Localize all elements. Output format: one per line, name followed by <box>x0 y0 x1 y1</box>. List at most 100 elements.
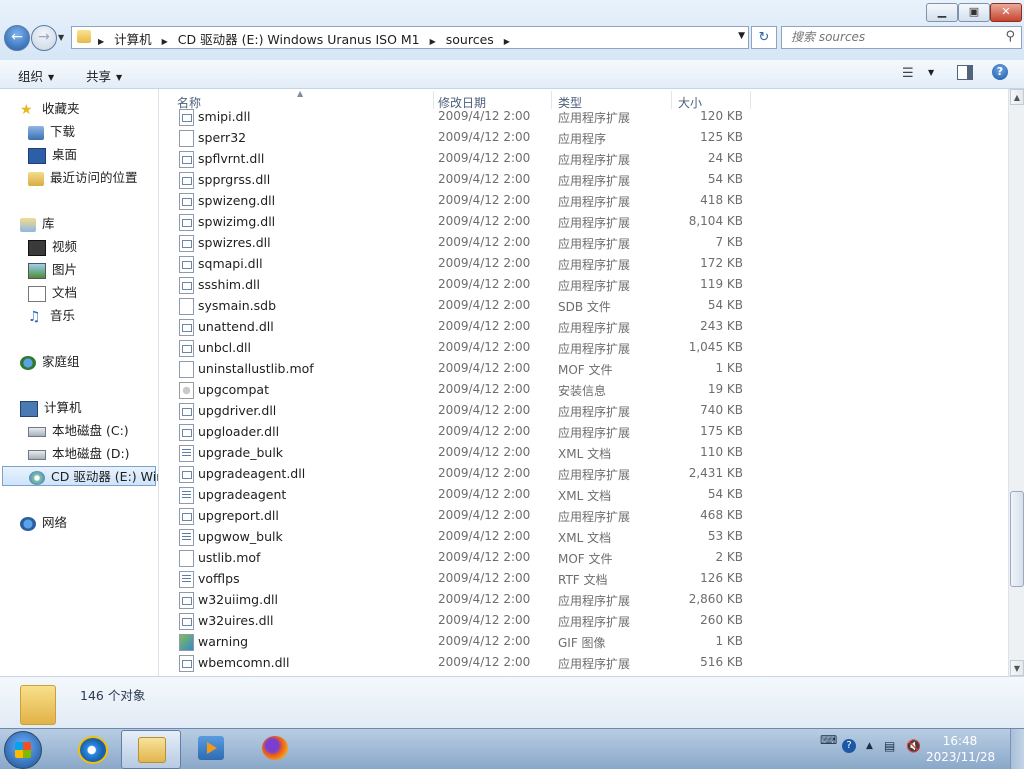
nav-drive-e[interactable]: CD 驱动器 (E:) Win <box>2 466 158 486</box>
scroll-up-arrow-icon[interactable]: ▲ <box>1010 89 1024 105</box>
volume-muted-icon[interactable]: 🔇 <box>906 739 921 753</box>
show-hidden-icons-icon[interactable]: ▲ <box>866 741 873 751</box>
file-row[interactable]: upgcompat 2009/4/12 2:00 安装信息 19 KB <box>160 379 1008 400</box>
file-type: 应用程序扩展 <box>558 216 631 230</box>
help-icon[interactable]: ? <box>842 739 856 753</box>
nav-favorites[interactable]: ★ 收藏夹 <box>20 99 80 119</box>
file-date: 2009/4/12 2:00 <box>438 487 531 501</box>
breadcrumb-item-computer[interactable]: 计算机 <box>114 32 152 47</box>
file-row[interactable]: smipi.dll 2009/4/12 2:00 应用程序扩展 120 KB <box>160 108 1008 127</box>
back-arrow-icon[interactable]: ← <box>4 25 30 51</box>
nav-computer[interactable]: 计算机 <box>20 398 82 418</box>
address-bar[interactable]: ▶ 计算机 ▶ CD 驱动器 (E:) Windows Uranus ISO M… <box>71 26 749 49</box>
file-row[interactable]: sysmain.sdb 2009/4/12 2:00 SDB 文件 54 KB <box>160 295 1008 316</box>
nav-drive-c[interactable]: 本地磁盘 (C:) <box>28 421 129 441</box>
file-row[interactable]: spflvrnt.dll 2009/4/12 2:00 应用程序扩展 24 KB <box>160 148 1008 169</box>
forward-arrow-icon[interactable]: → <box>31 25 57 51</box>
nav-desktop[interactable]: 桌面 <box>28 145 77 165</box>
breadcrumb-separator-icon[interactable]: ▶ <box>98 37 104 46</box>
nav-network[interactable]: 网络 <box>20 513 67 533</box>
file-row[interactable]: vofflps 2009/4/12 2:00 RTF 文档 126 KB <box>160 568 1008 589</box>
file-row[interactable]: ustlib.mof 2009/4/12 2:00 MOF 文件 2 KB <box>160 547 1008 568</box>
taskbar-firefox[interactable] <box>246 730 304 767</box>
file-row[interactable]: ssshim.dll 2009/4/12 2:00 应用程序扩展 119 KB <box>160 274 1008 295</box>
file-row[interactable]: wbemcomn.dll 2009/4/12 2:00 应用程序扩展 516 KB <box>160 652 1008 673</box>
file-date: 2009/4/12 2:00 <box>438 592 531 606</box>
help-icon[interactable]: ? <box>992 64 1008 80</box>
column-divider[interactable] <box>551 91 552 109</box>
recent-pages-dropdown-icon[interactable]: ▼ <box>58 33 64 42</box>
breadcrumb-separator-icon[interactable]: ▶ <box>504 37 510 46</box>
file-row[interactable]: upgloader.dll 2009/4/12 2:00 应用程序扩展 175 KB <box>160 421 1008 442</box>
nav-drive-d[interactable]: 本地磁盘 (D:) <box>28 444 130 464</box>
keyboard-icon[interactable]: ⌨ <box>820 733 837 747</box>
file-type: 应用程序扩展 <box>558 111 631 125</box>
file-row[interactable]: w32uiimg.dll 2009/4/12 2:00 应用程序扩展 2,860 KB <box>160 589 1008 610</box>
nav-documents[interactable]: 文档 <box>28 283 77 303</box>
file-row[interactable]: sperr32 2009/4/12 2:00 应用程序 125 KB <box>160 127 1008 148</box>
network-status-icon[interactable]: ▤ <box>884 739 895 753</box>
taskbar-media-player[interactable] <box>182 730 240 767</box>
nav-pictures[interactable]: 图片 <box>28 260 77 280</box>
taskbar-windows-explorer[interactable] <box>121 730 181 769</box>
organize-button[interactable]: 组织 ▼ <box>18 66 54 85</box>
scroll-down-arrow-icon[interactable]: ▼ <box>1010 660 1024 676</box>
breadcrumb-separator-icon[interactable]: ▶ <box>430 37 436 46</box>
view-options-dropdown-icon[interactable]: ▼ <box>928 68 934 77</box>
change-view-icon[interactable]: ☰ <box>902 66 914 81</box>
show-desktop-button[interactable] <box>1010 729 1024 769</box>
file-row[interactable]: upgreport.dll 2009/4/12 2:00 应用程序扩展 468 KB <box>160 505 1008 526</box>
preview-pane-icon[interactable] <box>957 65 973 80</box>
file-name: spwizeng.dll <box>198 193 276 208</box>
file-row[interactable]: unattend.dll 2009/4/12 2:00 应用程序扩展 243 KB <box>160 316 1008 337</box>
file-row[interactable]: upgrade_bulk 2009/4/12 2:00 XML 文档 110 KB <box>160 442 1008 463</box>
breadcrumb-item-drive[interactable]: CD 驱动器 (E:) Windows Uranus ISO M1 <box>178 32 420 47</box>
close-button[interactable]: ✕ <box>990 3 1022 22</box>
share-button[interactable]: 共享 ▼ <box>86 66 122 85</box>
file-date: 2009/4/12 2:00 <box>438 424 531 438</box>
maximize-button[interactable]: ▣ <box>958 3 990 22</box>
search-box[interactable]: ⚲ <box>781 26 1022 49</box>
computer-icon <box>20 400 38 417</box>
file-size: 243 KB <box>700 319 743 333</box>
file-row[interactable]: spwizres.dll 2009/4/12 2:00 应用程序扩展 7 KB <box>160 232 1008 253</box>
vertical-scrollbar[interactable]: ▲ ▼ <box>1008 89 1024 676</box>
nav-music[interactable]: ♫ 音乐 <box>28 306 75 326</box>
file-row[interactable]: upgdriver.dll 2009/4/12 2:00 应用程序扩展 740 KB <box>160 400 1008 421</box>
file-row[interactable]: upgwow_bulk 2009/4/12 2:00 XML 文档 53 KB <box>160 526 1008 547</box>
file-row[interactable]: uninstallustlib.mof 2009/4/12 2:00 MOF 文件 1… <box>160 358 1008 379</box>
nav-downloads[interactable]: 下载 <box>28 122 75 142</box>
refresh-icon[interactable]: ↻ <box>751 26 777 49</box>
search-input[interactable] <box>782 27 996 46</box>
file-row[interactable]: upgradeagent.dll 2009/4/12 2:00 应用程序扩展 2,43… <box>160 463 1008 484</box>
file-row[interactable]: unbcl.dll 2009/4/12 2:00 应用程序扩展 1,045 KB <box>160 337 1008 358</box>
firefox-icon <box>262 736 288 760</box>
file-row[interactable]: warning 2009/4/12 2:00 GIF 图像 1 KB <box>160 631 1008 652</box>
breadcrumb-separator-icon[interactable]: ▶ <box>162 37 168 46</box>
search-icon[interactable]: ⚲ <box>1005 29 1015 44</box>
column-divider[interactable] <box>671 91 672 109</box>
nav-videos[interactable]: 视频 <box>28 237 77 257</box>
file-row[interactable]: spprgrss.dll 2009/4/12 2:00 应用程序扩展 54 KB <box>160 169 1008 190</box>
file-row[interactable]: spwizeng.dll 2009/4/12 2:00 应用程序扩展 418 KB <box>160 190 1008 211</box>
breadcrumb-item-sources[interactable]: sources <box>446 32 494 47</box>
file-row[interactable]: sqmapi.dll 2009/4/12 2:00 应用程序扩展 172 KB <box>160 253 1008 274</box>
file-row[interactable]: upgradeagent 2009/4/12 2:00 XML 文档 54 KB <box>160 484 1008 505</box>
start-button[interactable] <box>4 731 42 769</box>
file-row[interactable]: w32uires.dll 2009/4/12 2:00 应用程序扩展 260 KB <box>160 610 1008 631</box>
minimize-button[interactable]: ▁ <box>926 3 958 22</box>
clock[interactable]: 16:48 2023/11/28 <box>926 733 995 765</box>
nav-libraries[interactable]: 库 <box>20 214 55 234</box>
scrollbar-thumb[interactable] <box>1010 491 1024 587</box>
column-divider[interactable] <box>750 91 751 109</box>
file-row[interactable]: spwizimg.dll 2009/4/12 2:00 应用程序扩展 8,104 KB <box>160 211 1008 232</box>
file-name: unattend.dll <box>198 319 274 334</box>
address-dropdown-icon[interactable]: ▼ <box>738 31 745 41</box>
taskbar-internet-explorer[interactable] <box>62 730 120 767</box>
column-divider[interactable] <box>433 91 434 109</box>
file-type: 应用程序扩展 <box>558 342 631 356</box>
nav-recent-places[interactable]: 最近访问的位置 <box>28 168 138 188</box>
nav-homegroup[interactable]: 家庭组 <box>20 352 80 372</box>
file-type: 应用程序扩展 <box>558 321 631 335</box>
nav-label: 桌面 <box>52 147 78 162</box>
